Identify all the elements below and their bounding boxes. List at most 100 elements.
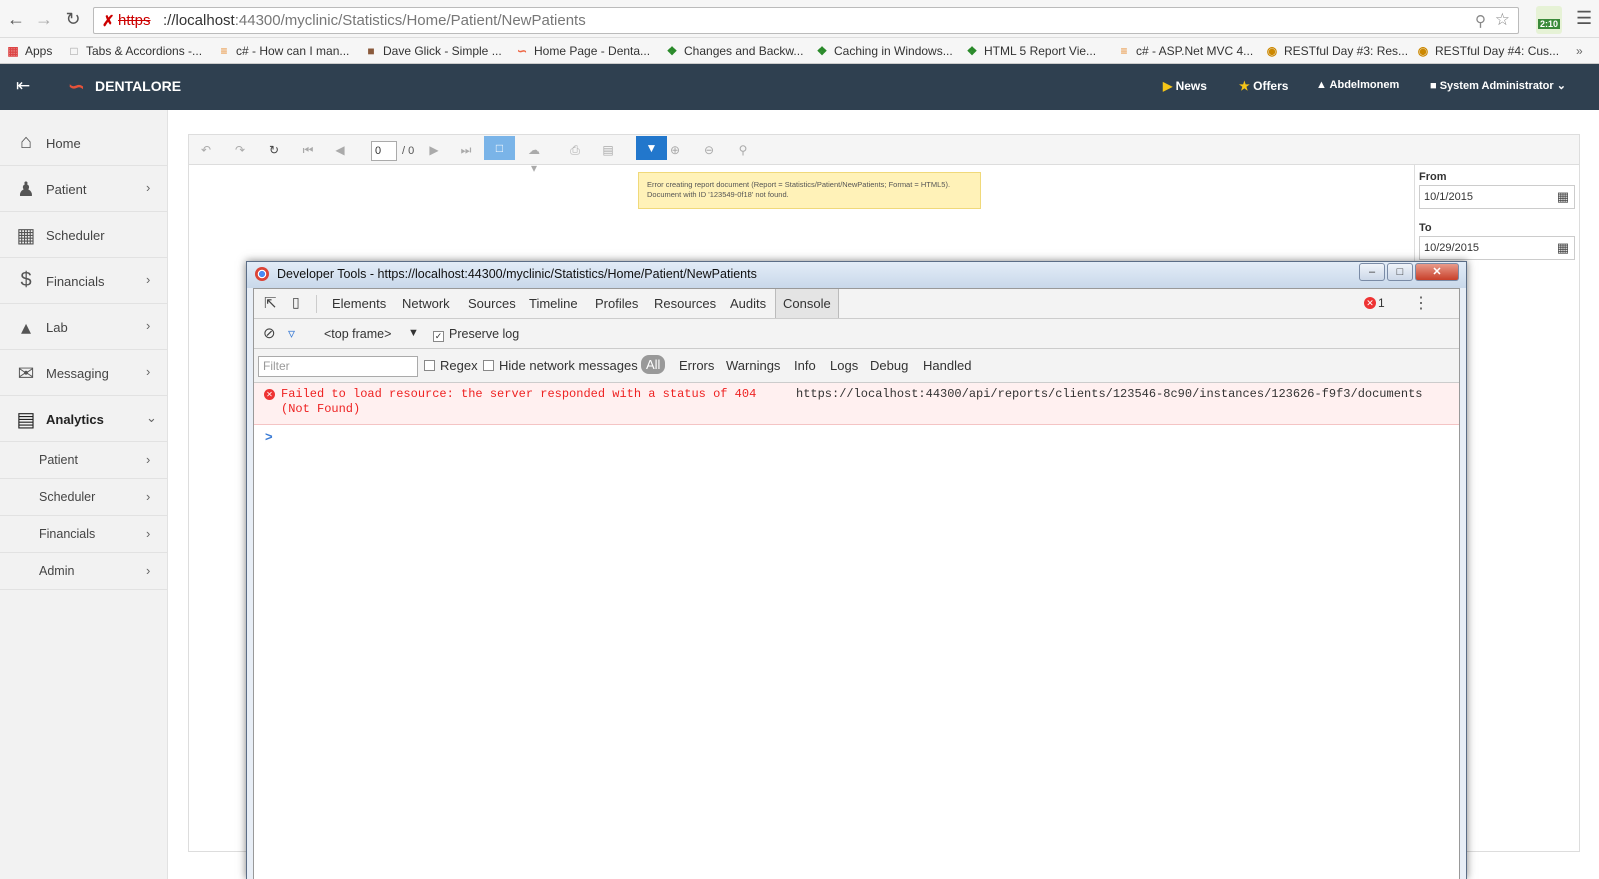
console-filter-input[interactable]: Filter	[258, 356, 418, 377]
inspect-element-icon[interactable]: ⇱	[264, 294, 277, 312]
hide-network-checkbox[interactable]	[483, 360, 494, 371]
undo-icon[interactable]: ↶	[197, 141, 215, 159]
console-prompt[interactable]: >	[265, 429, 273, 444]
key-icon[interactable]: ⚲	[1475, 12, 1486, 30]
filter-icon[interactable]: ▼	[636, 136, 667, 160]
level-errors[interactable]: Errors	[679, 358, 714, 373]
codeproject-icon: ◉	[1417, 44, 1429, 58]
level-warnings[interactable]: Warnings	[726, 358, 780, 373]
bookmark-item[interactable]: ■ Dave Glick - Simple ...	[364, 42, 501, 60]
page-number-input[interactable]: 0	[371, 141, 397, 161]
app-header: ⇤ ∽ DENTALORE ▶ News ★ Offers ▲ Abdelmon…	[0, 64, 1599, 110]
tab-elements[interactable]: Elements	[332, 296, 386, 311]
sidebar-item-lab[interactable]: ▴ Lab ›	[0, 304, 168, 350]
url-host: ://localhost:44300/myclinic/Statistics/H…	[163, 12, 586, 29]
minimize-icon[interactable]: –	[1359, 263, 1385, 281]
bookmark-item[interactable]: □ Tabs & Accordions -...	[67, 42, 202, 60]
reload-icon[interactable]: ↻	[62, 8, 84, 30]
regex-checkbox[interactable]	[424, 360, 435, 371]
print-icon[interactable]: ⎙	[566, 141, 584, 159]
bookmark-item[interactable]: ❖ Changes and Backw...	[665, 42, 804, 60]
sidebar-item-home[interactable]: ⌂ Home	[0, 120, 168, 166]
tab-resources[interactable]: Resources	[654, 296, 716, 311]
menu-icon[interactable]: ☰	[1576, 8, 1592, 29]
sidebar-toggle-icon[interactable]: ⇤	[16, 76, 30, 96]
bookmark-item[interactable]: ❖ HTML 5 Report Vie...	[965, 42, 1096, 60]
sidebar-item-scheduler[interactable]: ▦ Scheduler	[0, 212, 168, 258]
bookmark-item[interactable]: ∽ Home Page - Denta...	[515, 42, 650, 60]
bookmark-label: c# - ASP.Net MVC 4...	[1136, 44, 1254, 58]
star-icon[interactable]: ☆	[1495, 10, 1510, 30]
close-icon[interactable]: ✕	[1415, 263, 1459, 281]
search-icon[interactable]: ⚲	[734, 141, 752, 159]
page-view-icon[interactable]: □	[484, 136, 515, 160]
preserve-log-option[interactable]: ✓ Preserve log	[433, 327, 519, 342]
level-info[interactable]: Info	[794, 358, 816, 373]
bookmark-item[interactable]: ≡ c# - How can I man...	[217, 42, 349, 60]
export-cloud-icon[interactable]: ☁▾	[525, 141, 543, 175]
to-date-input[interactable]: 10/29/2015	[1419, 236, 1575, 260]
level-all[interactable]: All	[641, 355, 666, 374]
sidebar-item-analytics[interactable]: ▤ Analytics ⌄	[0, 396, 168, 442]
sidebar-item-patient[interactable]: ♟ Patient ›	[0, 166, 168, 212]
sidebar-subitem-scheduler[interactable]: Scheduler ›	[0, 479, 168, 516]
bookmark-item[interactable]: ◉ RESTful Day #3: Res...	[1265, 42, 1408, 60]
bookmark-item[interactable]: ≡ c# - ASP.Net MVC 4...	[1117, 42, 1253, 60]
regex-option[interactable]: Regex	[424, 358, 478, 373]
level-logs[interactable]: Logs	[830, 358, 858, 373]
role-dropdown[interactable]: ■ System Administrator ⌄	[1430, 79, 1566, 92]
redo-icon[interactable]: ↷	[231, 141, 249, 159]
tab-sources[interactable]: Sources	[468, 296, 516, 311]
tab-console[interactable]: Console	[783, 296, 831, 311]
maximize-icon[interactable]: □	[1387, 263, 1413, 281]
back-icon[interactable]: ←	[5, 8, 27, 30]
error-count[interactable]: 1	[1378, 296, 1385, 310]
calendar-icon[interactable]: ▦	[1553, 187, 1573, 207]
news-link[interactable]: ▶ News	[1163, 79, 1207, 93]
bookmark-label: Changes and Backw...	[684, 44, 804, 58]
offers-label: Offers	[1253, 79, 1289, 93]
level-debug[interactable]: Debug	[870, 358, 908, 373]
dropdown-arrow-icon[interactable]: ▼	[408, 327, 419, 339]
sidebar-subitem-patient[interactable]: Patient ›	[0, 442, 168, 479]
tab-profiles[interactable]: Profiles	[595, 296, 638, 311]
bookmark-apps[interactable]: ▦ Apps	[6, 42, 52, 60]
level-handled[interactable]: Handled	[923, 358, 971, 373]
telerik-icon: ❖	[816, 44, 828, 58]
calendar-icon[interactable]: ▦	[1553, 238, 1573, 258]
bookmark-item[interactable]: ◉ RESTful Day #4: Cus...	[1416, 42, 1559, 60]
address-bar[interactable]: ✗ https ://localhost:44300/myclinic/Stat…	[93, 7, 1519, 34]
more-options-icon[interactable]: ⋮	[1413, 293, 1429, 313]
print-preview-icon[interactable]: ▤	[599, 141, 617, 159]
sidebar-subitem-financials[interactable]: Financials ›	[0, 516, 168, 553]
zoom-out-icon[interactable]: ⊖	[700, 141, 718, 159]
preserve-log-checkbox[interactable]: ✓	[433, 331, 444, 342]
zoom-in-icon[interactable]: ⊕	[666, 141, 684, 159]
tab-audits[interactable]: Audits	[730, 296, 766, 311]
device-mode-icon[interactable]: ▯	[292, 294, 300, 311]
sidebar-subitem-admin[interactable]: Admin ›	[0, 553, 168, 590]
extension-icon[interactable]: 2:10	[1536, 6, 1562, 34]
bookmarks-bar: ▦ Apps □ Tabs & Accordions -... ≡ c# - How …	[0, 38, 1599, 64]
bookmark-item[interactable]: ❖ Caching in Windows...	[815, 42, 953, 60]
last-page-icon[interactable]: ⏭	[457, 141, 475, 159]
sidebar-item-messaging[interactable]: ✉ Messaging ›	[0, 350, 168, 396]
filter-icon[interactable]: ▿	[288, 325, 295, 342]
offers-link[interactable]: ★ Offers	[1239, 79, 1288, 93]
user-link[interactable]: ▲ Abdelmonem	[1316, 79, 1399, 91]
first-page-icon[interactable]: ⏮	[299, 141, 317, 159]
more-bookmarks-icon[interactable]: »	[1576, 42, 1583, 60]
bar-chart-icon: ▤	[16, 409, 36, 431]
next-page-icon[interactable]: ▶	[425, 141, 443, 159]
frame-select[interactable]: <top frame>	[324, 327, 391, 341]
clear-console-icon[interactable]: ⊘	[263, 324, 276, 342]
forward-icon[interactable]: →	[33, 8, 55, 30]
hide-network-option[interactable]: Hide network messages	[483, 358, 638, 373]
error-source-link[interactable]: https://localhost:44300/api/reports/clie…	[796, 387, 1423, 401]
previous-page-icon[interactable]: ◀	[331, 141, 349, 159]
tab-network[interactable]: Network	[402, 296, 450, 311]
sidebar-item-financials[interactable]: $ Financials ›	[0, 258, 168, 304]
tab-timeline[interactable]: Timeline	[529, 296, 578, 311]
from-date-input[interactable]: 10/1/2015	[1419, 185, 1575, 209]
refresh-icon[interactable]: ↻	[265, 141, 283, 159]
